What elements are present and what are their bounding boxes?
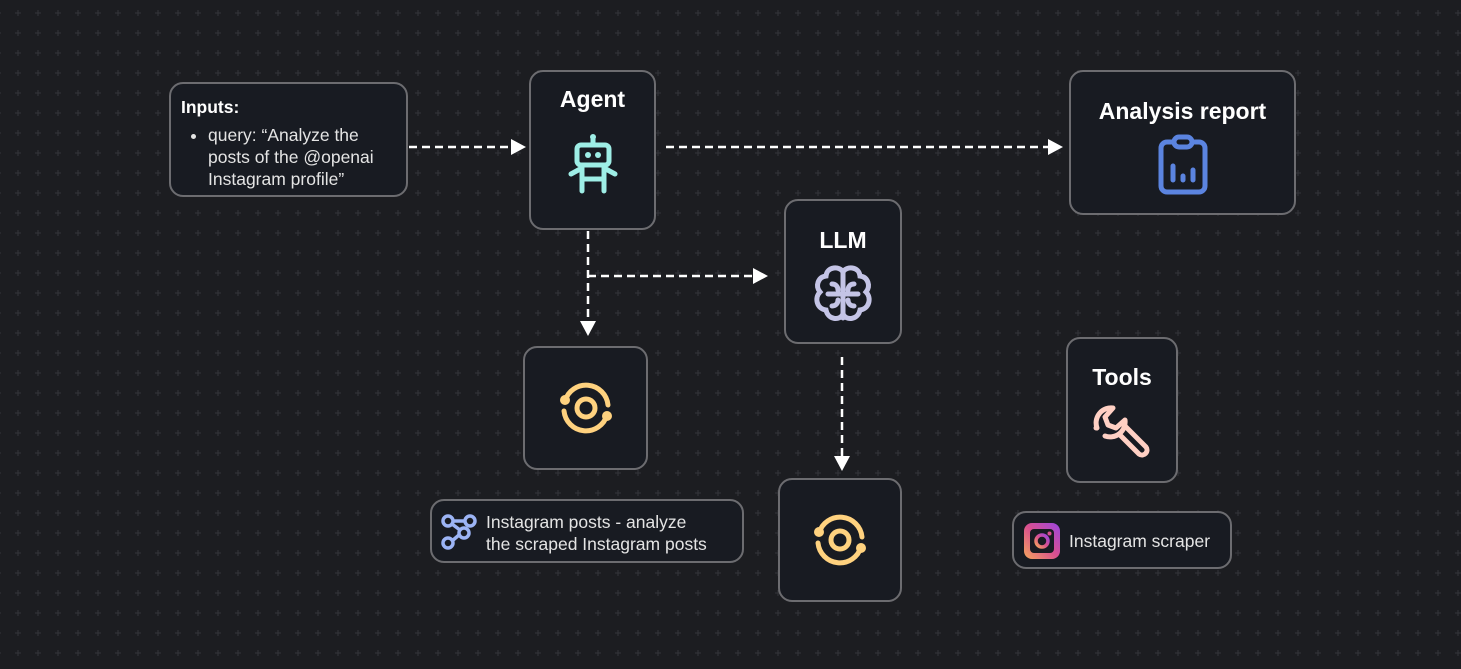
task-label-line2: the scraped Instagram posts bbox=[486, 534, 707, 554]
arrowhead bbox=[580, 321, 596, 336]
agent-title: Agent bbox=[559, 86, 626, 112]
loop-icon bbox=[559, 382, 612, 434]
inputs-list: query: “Analyze the posts of the @openai… bbox=[181, 124, 398, 190]
clipboard-chart-icon bbox=[1158, 134, 1207, 195]
llm-node[interactable]: LLM bbox=[784, 199, 902, 344]
tools-title: Tools bbox=[1092, 364, 1152, 390]
inputs-heading: Inputs: bbox=[181, 97, 240, 117]
task-label: Instagram posts - analyze the scraped In… bbox=[486, 511, 707, 555]
wrench-icon bbox=[1093, 405, 1150, 458]
arrowhead bbox=[753, 268, 768, 284]
analysis-report-title: Analysis report bbox=[1098, 98, 1267, 124]
tool-item-instagram-scraper[interactable]: Instagram scraper bbox=[1012, 511, 1232, 569]
arrowhead bbox=[1048, 139, 1063, 155]
inputs-node[interactable]: Inputs: query: “Analyze the posts of the… bbox=[169, 82, 408, 197]
tool-item-label: Instagram scraper bbox=[1069, 531, 1211, 551]
loop-icon bbox=[814, 514, 866, 566]
tools-node[interactable]: Tools bbox=[1066, 337, 1178, 483]
loop-node-2[interactable] bbox=[778, 478, 902, 602]
agent-node[interactable]: Agent bbox=[529, 70, 656, 230]
arrowhead bbox=[511, 139, 526, 155]
task-label-line1: Instagram posts - analyze bbox=[486, 512, 687, 532]
llm-title: LLM bbox=[819, 227, 867, 253]
robot-icon bbox=[568, 134, 617, 194]
task-node[interactable]: Instagram posts - analyze the scraped In… bbox=[430, 499, 744, 563]
input-item-query: query: “Analyze the posts of the @openai… bbox=[208, 124, 398, 190]
instagram-icon bbox=[1024, 523, 1060, 559]
brain-icon bbox=[814, 265, 872, 321]
loop-node-1[interactable] bbox=[523, 346, 648, 470]
share-nodes-icon bbox=[441, 514, 477, 550]
analysis-report-node[interactable]: Analysis report bbox=[1069, 70, 1296, 215]
arrowhead bbox=[834, 456, 850, 471]
